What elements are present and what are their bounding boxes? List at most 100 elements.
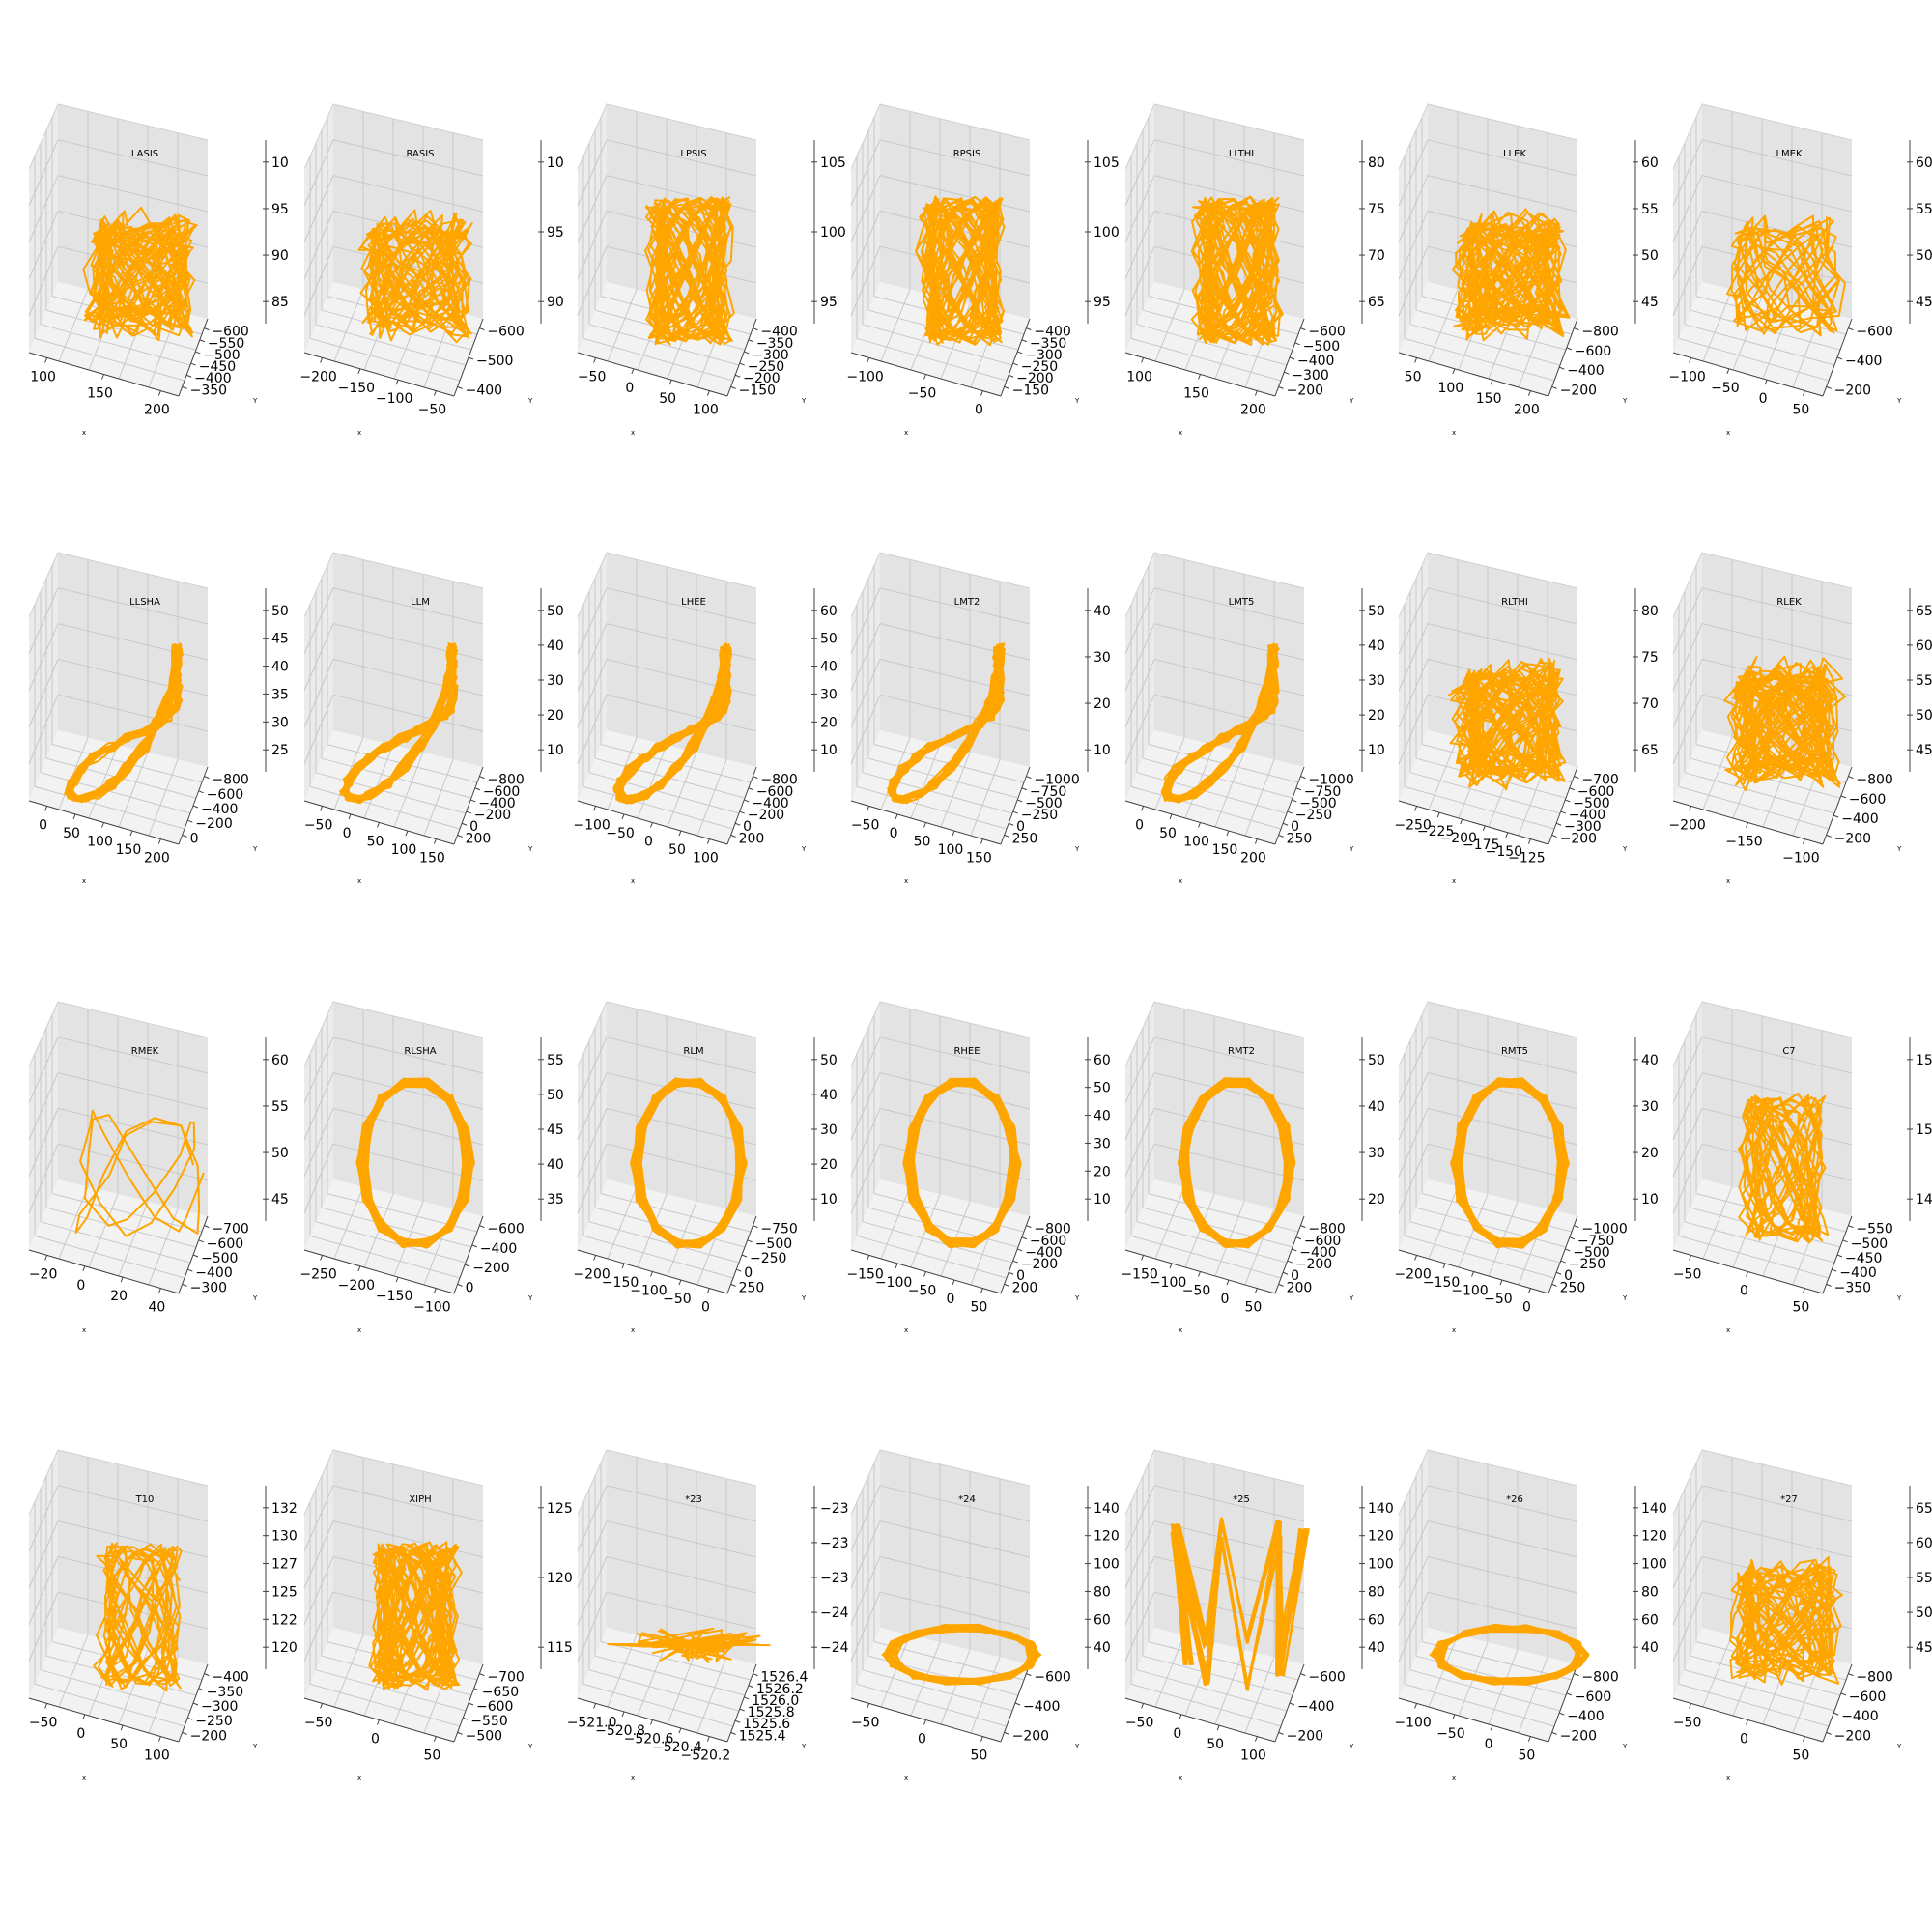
subplot-RMT2: −150−100−500502000−200−400−600−80020̇30̇… [1121,1001,1385,1334]
y-tick-label: −250 [195,1714,232,1729]
x-axis-label: x [357,1775,361,1782]
y-tick-label: −650 [482,1685,519,1700]
y-tick-label: −200 [1834,383,1871,398]
x-tick-label: 50 [367,835,384,850]
z-tick-label: 10̇ [547,743,564,758]
y-tick-label: −800 [487,773,524,788]
z-tick-label: 50̇ [1916,1605,1932,1621]
y-tick-label: 0 [190,831,199,846]
z-tick-label: 10̇ [1094,743,1111,758]
y-tick-label: −250 [750,1251,786,1266]
x-axis-label: x [1726,1326,1730,1334]
x-tick-label: −50 [851,817,880,833]
y-axis-label: Y [801,397,807,405]
z-tick-label: 10̇ [820,743,838,758]
x-tick-label: −50 [1436,1726,1465,1742]
subplot-RLEK: −200 −150 −100 −200 −400 −600 −800 45̇ 50̇ 55 60 65… [1668,552,1932,885]
z-tick-label: 85̇ [271,295,289,310]
z-tick-label: 120 [1641,1529,1667,1545]
z-tick-label: 30 [820,687,838,702]
z-tick-label: 120 [547,1571,573,1586]
x-tick-label: 50 [1207,1737,1224,1752]
y-axis-label: Y [1074,1294,1080,1302]
z-tick-label: 30̇ [271,715,289,730]
x-tick-label: 200 [1240,403,1266,418]
x-tick-label: −50 [908,1284,937,1299]
y-tick-label: −400 [1567,1709,1604,1724]
z-tick-label: 80̇ [1368,1584,1385,1600]
x-axis-label: x [1179,1775,1182,1782]
y-tick-label: −300 [1292,368,1328,384]
z-tick-label: 80 [1641,604,1659,619]
x-tick-label: 100 [1126,369,1152,384]
x-tick-label: 100 [391,842,417,858]
subplot-LLEK: 50 100 150 200 −200 −400 −600 −800 45̇ 50 55 60 x Y LL… [1398,103,1659,437]
trajectory-line [1190,195,1284,346]
y-tick-label: −700 [1581,773,1618,788]
x-tick-label: −100 [846,369,883,384]
z-tick-label: 55 [1916,673,1932,689]
z-tick-label: 120 [271,1640,298,1656]
z-tick-label: 50̇ [1916,248,1932,264]
y-tick-label: −500 [1303,339,1340,355]
trajectory-line [357,209,473,344]
y-tick-label: −750 [760,1222,797,1237]
x-tick-label: 50 [1159,826,1177,841]
subplot-title: *27 [1780,1494,1798,1505]
y-tick-label: −600 [1575,344,1611,359]
y-tick-label: −200 [1012,1728,1049,1744]
x-tick-label: −100 [376,391,412,407]
z-tick-label: 40̇ [1368,1640,1385,1656]
y-tick-label: −800 [1581,1670,1618,1686]
x-tick-label: 50 [659,391,676,407]
x-tick-label: −200 [299,369,336,384]
trajectory-line [1728,1556,1843,1686]
z-tick-label: 90̇ [547,295,564,310]
subplot-title: LLM [411,597,430,608]
z-tick-label: 50 [1368,1053,1385,1068]
x-tick-label: −100 [573,817,610,833]
y-axis-label: Y [1349,397,1354,405]
y-axis-label: Y [527,1743,533,1750]
x-tick-label: 100 [693,403,719,418]
x-axis-label: x [631,877,635,885]
y-axis-label: Y [801,1294,807,1302]
z-tick-label: 50̇ [1916,708,1932,724]
z-tick-label: 60 [1916,1536,1932,1551]
z-tick-label: 45̇ [1916,295,1932,310]
y-axis-label: Y [1622,845,1628,853]
x-tick-label: 0 [343,826,352,841]
subplot-LPSIS: −50050100−150−200−250−300−350−40095̇1001… [577,103,846,437]
z-tick-label: 10̇ [820,1192,838,1208]
x-tick-label: 0 [946,1292,954,1307]
subplot-title: *26 [1506,1494,1523,1505]
x-tick-label: −100 [1150,1275,1186,1291]
x-tick-label: −50 [1711,381,1740,396]
x-tick-label: 200 [1240,851,1266,867]
x-axis-label: x [82,429,86,437]
subplot-title: RMT2 [1228,1046,1255,1057]
y-axis-label: Y [1349,1294,1354,1302]
y-tick-label: −400 [1297,354,1334,369]
y-axis-label: Y [1622,1743,1628,1750]
z-tick-label: 122 [271,1612,298,1628]
y-tick-label: −600 [1856,325,1892,340]
y-tick-label: −350 [207,1685,243,1700]
x-tick-label: 50 [1792,1300,1809,1316]
y-tick-label: −600 [1849,1690,1886,1705]
subplot-LLM: −500501001502000−200−400−600−80010̇20304… [303,552,564,885]
subplot-title: *23 [685,1494,702,1505]
x-tick-label: 0 [1740,1284,1748,1299]
z-tick-label: 40 [1094,1109,1111,1124]
z-tick-label: 35 [271,687,289,702]
y-axis-label: Y [252,1743,258,1750]
z-tick-label: 20̇ [1368,1192,1385,1208]
z-tick-label: 50 [1094,1081,1111,1096]
y-tick-label: 0 [466,1280,474,1295]
y-axis-label: Y [1349,845,1354,853]
subplot-title: RPSIS [953,149,981,159]
y-tick-label: 1526.4 [760,1670,808,1686]
x-tick-label: −50 [304,1715,333,1730]
subplot-title: LMT5 [1229,597,1255,608]
x-tick-label: −200 [338,1278,375,1293]
